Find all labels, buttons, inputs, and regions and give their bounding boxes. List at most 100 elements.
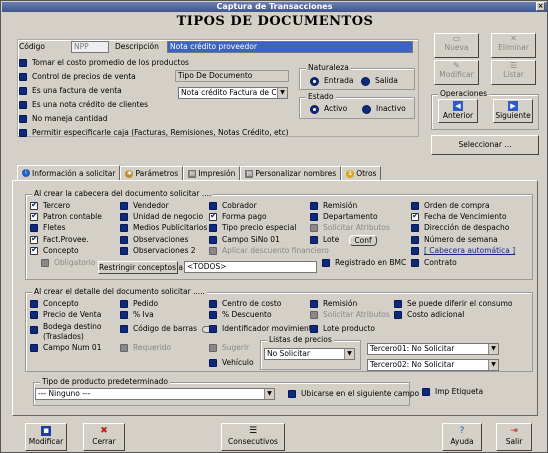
det-costo-adicional[interactable]: Costo adicional bbox=[394, 310, 464, 320]
chevron-down-icon: ▼ bbox=[277, 88, 287, 98]
cab-medios[interactable]: Medios Publicitarios bbox=[120, 223, 207, 233]
tipo-producto-select[interactable]: --- Ninguno --- ▼ bbox=[35, 388, 275, 400]
cab-atributos[interactable]: Solicitar Atributos bbox=[310, 223, 390, 233]
cabecera-label: Al crear la cabecera del documento solic… bbox=[32, 189, 214, 199]
printer-icon: ▤ bbox=[188, 169, 197, 178]
cab-tercero[interactable]: Tercero bbox=[30, 200, 70, 211]
cab-cobrador[interactable]: Cobrador bbox=[209, 201, 257, 211]
cab-campo-sino[interactable]: Campo SiNo 01 bbox=[209, 235, 280, 245]
cab-contrato[interactable]: Contrato bbox=[411, 258, 457, 268]
eliminar-button[interactable]: ✕ Eliminar bbox=[491, 33, 536, 58]
tipo-doc-select[interactable]: Nota crédito Factura de Cor ▼ bbox=[178, 87, 288, 99]
det-descuento[interactable]: % Descuento bbox=[209, 310, 272, 320]
det-codigo-barras[interactable]: Código de barras bbox=[120, 324, 213, 334]
conceptos-field[interactable]: <TODOS> bbox=[184, 261, 317, 273]
tab-otros[interactable]: $ Otros bbox=[341, 166, 382, 180]
cab-unidad-negocio[interactable]: Unidad de negocio bbox=[120, 212, 203, 222]
cab-remision[interactable]: Remisión bbox=[310, 201, 357, 211]
salir-button[interactable]: ⇥ Salir bbox=[496, 423, 532, 451]
next-icon: ▶ bbox=[508, 101, 518, 111]
save-icon: ▪ bbox=[41, 426, 51, 436]
cab-vendedor[interactable]: Vendedor bbox=[120, 201, 169, 211]
radio-activo[interactable]: Activo bbox=[310, 104, 347, 114]
previous-icon: ◀ bbox=[453, 101, 463, 111]
option-control-precios[interactable]: Control de precios de venta bbox=[19, 72, 136, 82]
listar-button[interactable]: ☰ Listar bbox=[491, 60, 536, 85]
ayuda-button[interactable]: ? Ayuda bbox=[442, 423, 482, 451]
det-atributos[interactable]: Solicitar Atributos bbox=[310, 310, 390, 320]
descripcion-field[interactable]: Nota crédito proveedor bbox=[167, 41, 413, 53]
info-icon: i bbox=[22, 169, 30, 177]
nueva-button[interactable]: ▭ Nueva bbox=[434, 33, 479, 58]
cab-descuento-fin[interactable]: Aplicar descuento financiero bbox=[209, 246, 329, 256]
cab-concepto[interactable]: Concepto bbox=[30, 245, 79, 256]
conf-button[interactable]: Conf bbox=[349, 235, 377, 246]
tab-informacion[interactable]: i Información a solicitar bbox=[17, 165, 121, 180]
imp-etiqueta[interactable]: Imp Etiqueta bbox=[422, 387, 483, 397]
det-precio-venta[interactable]: Precio de Venta bbox=[30, 310, 101, 320]
consecutivos-button[interactable]: ☰ Consecutivos bbox=[221, 423, 285, 451]
tab-personalizar[interactable]: ▤ Personalizar nombres bbox=[240, 166, 342, 180]
det-vehiculo[interactable]: Vehículo bbox=[209, 358, 254, 368]
cab-lote[interactable]: Lote bbox=[310, 235, 339, 245]
det-campo-num[interactable]: Campo Num 01 bbox=[30, 343, 101, 353]
tab-impresion[interactable]: ▤ Impresión bbox=[183, 166, 241, 180]
option-costo-promedio[interactable]: Tomar el costo promedio de los productos bbox=[19, 58, 189, 68]
cab-obligatorio[interactable]: Obligatorio bbox=[41, 258, 95, 268]
det-concepto[interactable]: Concepto bbox=[30, 299, 79, 309]
tercero01-select[interactable]: Tercero01: No Solicitar ▼ bbox=[367, 343, 499, 355]
option-especificar-caja[interactable]: Permitir especificarle caja (Facturas, R… bbox=[19, 128, 289, 138]
restringir-button[interactable]: Restringir conceptos a bbox=[98, 261, 183, 274]
det-bodega-destino[interactable]: Bodega destino (Traslados) bbox=[30, 322, 105, 342]
option-nota-credito[interactable]: Es una nota crédito de clientes bbox=[19, 100, 148, 110]
chevron-down-icon: ▼ bbox=[344, 349, 354, 359]
cab-registrado-bmc[interactable]: Registrado en BMC bbox=[322, 258, 406, 268]
cab-automatica[interactable]: [ Cabecera automática ] bbox=[411, 246, 515, 256]
close-icon[interactable]: × bbox=[536, 2, 545, 11]
page-title: TIPOS DE DOCUMENTOS bbox=[176, 14, 374, 29]
modificar-button[interactable]: ✎ Modificar bbox=[434, 60, 479, 85]
det-centro-costo[interactable]: Centro de costo bbox=[209, 299, 281, 309]
tercero02-select[interactable]: Tercero02: No Solicitar ▼ bbox=[367, 359, 499, 371]
chevron-down-icon: ▼ bbox=[488, 344, 498, 354]
radio-entrada[interactable]: Entrada bbox=[310, 76, 353, 86]
det-diferir-consumo[interactable]: Se puede diferir el consumo bbox=[394, 299, 512, 309]
det-remision[interactable]: Remisión bbox=[310, 299, 357, 309]
cab-orden-compra[interactable]: Orden de compra bbox=[411, 201, 490, 211]
ubicarse-siguiente[interactable]: Ubicarse en el siguiente campo bbox=[288, 389, 419, 399]
seleccionar-button[interactable]: Seleccionar ... bbox=[431, 135, 539, 155]
codigo-field[interactable]: NPP bbox=[71, 41, 109, 53]
cab-tipo-precio[interactable]: Tipo precio especial bbox=[209, 223, 296, 233]
cab-forma-pago[interactable]: Forma pago bbox=[209, 211, 267, 222]
tab-bar: i Información a solicitar ✱ Parámetros ▤ Im… bbox=[17, 165, 382, 180]
cab-observaciones[interactable]: Observaciones bbox=[120, 235, 188, 245]
cab-fletes[interactable]: Fletes bbox=[30, 223, 65, 233]
estado-label: Estado bbox=[306, 92, 336, 102]
cab-fecha-venc[interactable]: Fecha de Vencimiento bbox=[411, 211, 507, 222]
listas-select[interactable]: No Solicitar ▼ bbox=[264, 348, 355, 360]
cab-observaciones2[interactable]: Observaciones 2 bbox=[120, 246, 196, 256]
det-requerido[interactable]: Requerido bbox=[120, 343, 171, 353]
det-sugerir[interactable]: Sugerir bbox=[209, 343, 249, 353]
cab-departamento[interactable]: Departamento bbox=[310, 212, 378, 222]
radio-inactivo[interactable]: Inactivo bbox=[362, 104, 406, 114]
cerrar-button[interactable]: ✖ Cerrar bbox=[83, 423, 125, 451]
det-iva[interactable]: % Iva bbox=[120, 310, 154, 320]
radio-salida[interactable]: Salida bbox=[361, 76, 398, 86]
option-factura-venta[interactable]: Es una factura de venta bbox=[19, 86, 122, 96]
det-identificador[interactable]: Identificador movimiento bbox=[209, 324, 316, 334]
bottom-modificar-button[interactable]: ▪ Modificar bbox=[25, 423, 67, 451]
window-title: Captura de Transacciones bbox=[216, 2, 333, 11]
cab-numero-semana[interactable]: Número de semana bbox=[411, 235, 498, 245]
descripcion-label: Descripción bbox=[115, 42, 159, 51]
tab-parametros[interactable]: ✱ Parámetros bbox=[120, 166, 184, 180]
cab-fact-provee[interactable]: Fact.Provee. bbox=[30, 234, 89, 245]
det-pedido[interactable]: Pedido bbox=[120, 299, 158, 309]
option-no-cantidad[interactable]: No maneja cantidad bbox=[19, 114, 108, 124]
siguiente-button[interactable]: ▶ Siguiente bbox=[493, 99, 533, 123]
cab-patron-contable[interactable]: Patron contable bbox=[30, 211, 102, 222]
delete-icon: ✕ bbox=[510, 34, 517, 43]
anterior-button[interactable]: ◀ Anterior bbox=[438, 99, 478, 123]
det-lote-producto[interactable]: Lote producto bbox=[310, 324, 375, 334]
cab-direccion[interactable]: Dirección de despacho bbox=[411, 223, 509, 233]
